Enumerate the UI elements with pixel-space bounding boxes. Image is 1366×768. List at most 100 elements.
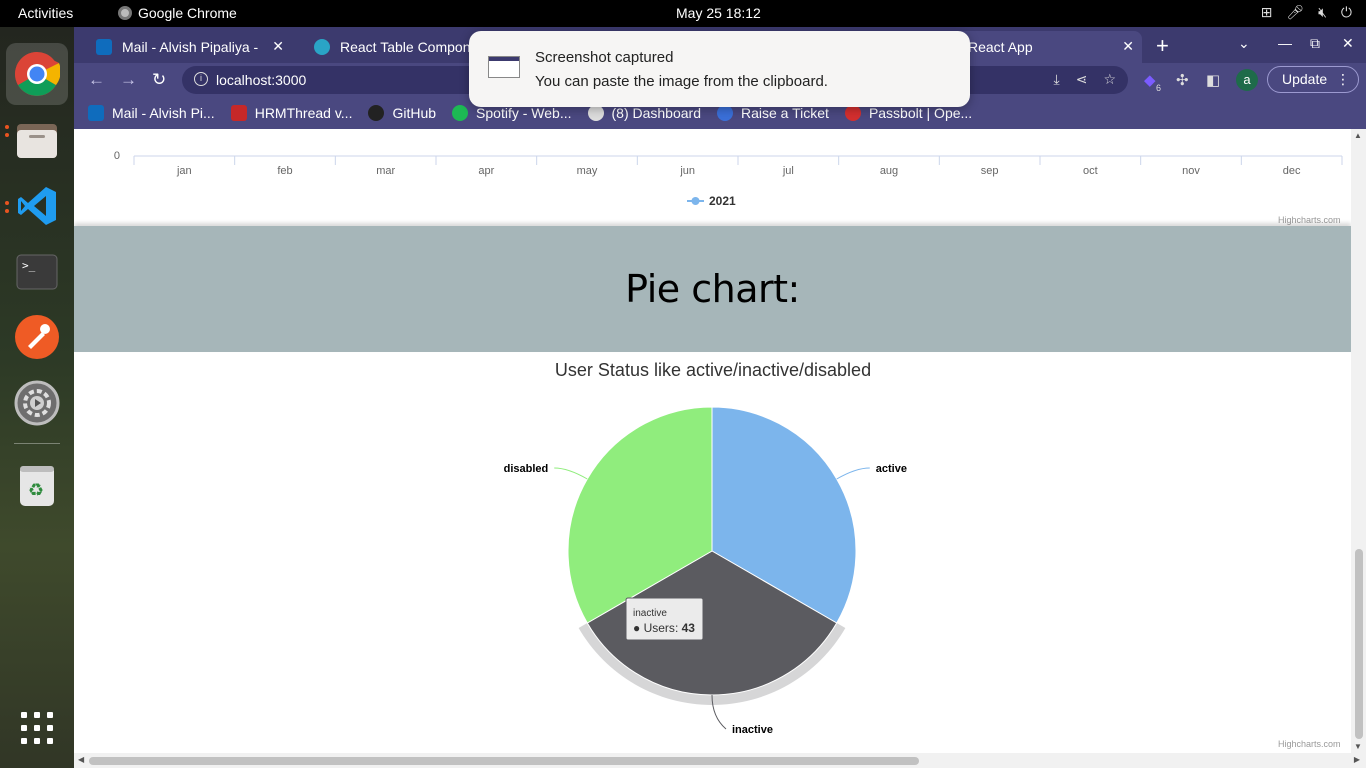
vertical-scrollbar[interactable]: ▲ ▼ (1351, 129, 1366, 753)
scroll-right-icon[interactable]: ▶ (1354, 755, 1360, 764)
tooltip-bullet: ● (633, 621, 644, 635)
legend-item-2021[interactable]: 2021 (687, 194, 736, 208)
bookmark-hrmthread[interactable]: HRMThread v... (230, 105, 353, 121)
x-tick-label-jul: jul (782, 165, 794, 177)
x-tick-label-aug: aug (880, 165, 898, 177)
system-tray[interactable]: ⊞ 🎤︎ 🔇︎ ⏻ (1261, 4, 1352, 21)
files-icon (17, 124, 57, 158)
running-indicator (5, 209, 9, 213)
dock-item-app-grid[interactable] (13, 704, 61, 752)
clock[interactable]: May 25 18:12 (676, 5, 761, 21)
section-heading: Pie chart: (625, 267, 800, 311)
forward-icon[interactable]: → (120, 70, 137, 90)
network-icon: ⊞ (1260, 4, 1273, 20)
postman-icon (15, 315, 59, 359)
scroll-thumb[interactable] (1355, 549, 1363, 739)
x-tick-label-oct: oct (1083, 165, 1098, 177)
tab-search-icon[interactable]: ⌄ (1238, 35, 1250, 52)
running-indicator (5, 125, 9, 129)
volume-icon: 🔇︎ (1318, 4, 1327, 20)
dock-item-postman[interactable] (13, 313, 61, 361)
ticket-icon (717, 105, 733, 121)
terminal-icon: >_ (16, 254, 58, 290)
url-text[interactable]: localhost:3000 (216, 72, 306, 88)
section-heading-band: Pie chart: (74, 226, 1351, 352)
bookmark-label: (8) Dashboard (611, 105, 702, 121)
dock-item-vscode[interactable] (13, 182, 61, 230)
activities-button[interactable]: Activities (18, 5, 73, 21)
settings-icon (14, 380, 60, 426)
dock-item-terminal[interactable]: >_ (13, 248, 61, 296)
pie-slices (567, 406, 857, 696)
bookmark-label: Mail - Alvish Pi... (112, 105, 215, 121)
dock-separator (14, 443, 60, 444)
share-icon[interactable]: ⋖ (1076, 71, 1088, 88)
site-info-icon[interactable]: i (194, 72, 208, 86)
reload-icon[interactable]: ↻ (152, 70, 166, 90)
tab-label: React App (968, 39, 1033, 55)
trash-icon: ♻ (20, 466, 54, 506)
screenshot-notification[interactable]: Screenshot captured You can paste the im… (469, 31, 970, 107)
highcharts-credits[interactable]: Highcharts.com (1278, 739, 1341, 749)
minimize-icon[interactable]: — (1278, 35, 1292, 51)
bookmark-spotify[interactable]: Spotify - Web... (452, 105, 572, 121)
bookmark-raise-ticket[interactable]: Raise a Ticket (717, 105, 829, 121)
bookmark-label: HRMThread v... (254, 105, 353, 121)
bookmark-label: Spotify - Web... (476, 105, 572, 121)
desktop: Activities Google Chrome May 25 18:12 ⊞ … (0, 0, 1366, 768)
horizontal-scrollbar[interactable]: ◀ ▶ (74, 753, 1366, 768)
back-icon[interactable]: ← (88, 70, 105, 90)
bookmark-github[interactable]: GitHub (368, 105, 436, 121)
dock-item-trash[interactable]: ♻ (13, 461, 61, 509)
y-zero-label: 0 (114, 150, 120, 162)
extension-badge: 6 (1156, 83, 1162, 93)
legend-label: 2021 (709, 194, 736, 208)
restore-icon[interactable]: ⧉ (1310, 35, 1320, 52)
bookmark-passbolt[interactable]: Passbolt | Ope... (844, 105, 973, 121)
x-tick-label-nov: nov (1182, 165, 1200, 177)
new-tab-button[interactable]: + (1156, 33, 1169, 59)
dock-item-chrome[interactable] (13, 50, 61, 98)
x-tick-label-feb: feb (277, 165, 292, 177)
scroll-up-icon[interactable]: ▲ (1354, 131, 1362, 140)
tab-mail[interactable]: Mail - Alvish Pipaliya - ✕ (74, 31, 292, 63)
tooltip: inactive ● Users: 43 (625, 597, 704, 641)
close-window-icon[interactable]: ✕ (1342, 35, 1354, 52)
x-tick-label-mar: mar (376, 165, 395, 177)
side-panel-icon[interactable]: ◧ (1206, 71, 1220, 89)
dock-item-settings[interactable] (13, 379, 61, 427)
chrome-icon (15, 52, 60, 96)
pie-chart: User Status like active/inactive/disable… (504, 360, 907, 736)
scroll-left-icon[interactable]: ◀ (78, 755, 84, 764)
close-tab-icon[interactable]: ✕ (272, 38, 284, 55)
dock-item-files[interactable] (13, 116, 61, 164)
line-chart: 0 jan feb mar apr may jun jul aug sep oct nov dec 2… (114, 150, 1343, 208)
pie-label-inactive: inactive (732, 724, 773, 736)
chrome-app-icon (118, 6, 132, 20)
running-indicator (5, 201, 9, 205)
tooltip-series: Users (644, 621, 675, 635)
highcharts-credits[interactable]: Highcharts.com (1278, 215, 1341, 225)
bookmark-dashboard[interactable]: (8) Dashboard (587, 105, 702, 121)
update-button[interactable]: Update ⋮ (1267, 66, 1359, 93)
extension-icon[interactable]: ◆ (1144, 71, 1156, 89)
x-axis-ticks: jan feb mar apr may jun jul aug sep oct nov dec (133, 156, 1343, 177)
outlook-icon (96, 39, 112, 55)
close-tab-icon[interactable]: ✕ (1122, 38, 1134, 55)
app-menu[interactable]: Google Chrome (118, 5, 237, 21)
bookmark-label: Passbolt | Ope... (868, 105, 973, 121)
bookmark-star-icon[interactable]: ☆ (1103, 71, 1116, 88)
scroll-down-icon[interactable]: ▼ (1354, 742, 1362, 751)
power-icon: ⏻ (1340, 4, 1352, 20)
bookmark-mail[interactable]: Mail - Alvish Pi... (88, 105, 215, 121)
profile-avatar[interactable]: a (1236, 69, 1258, 91)
scroll-thumb[interactable] (89, 757, 919, 765)
tab-react-table[interactable]: React Table Compon (292, 31, 472, 63)
app-grid-icon (21, 712, 53, 744)
notification-title: Screenshot captured (535, 49, 674, 66)
bookmark-label: Raise a Ticket (741, 105, 829, 121)
install-icon[interactable]: ⤓ (1054, 71, 1060, 88)
passbolt-icon (844, 105, 861, 121)
extensions-puzzle-icon[interactable]: ✣ (1176, 71, 1189, 89)
screenshot-thumbnail (488, 56, 520, 78)
